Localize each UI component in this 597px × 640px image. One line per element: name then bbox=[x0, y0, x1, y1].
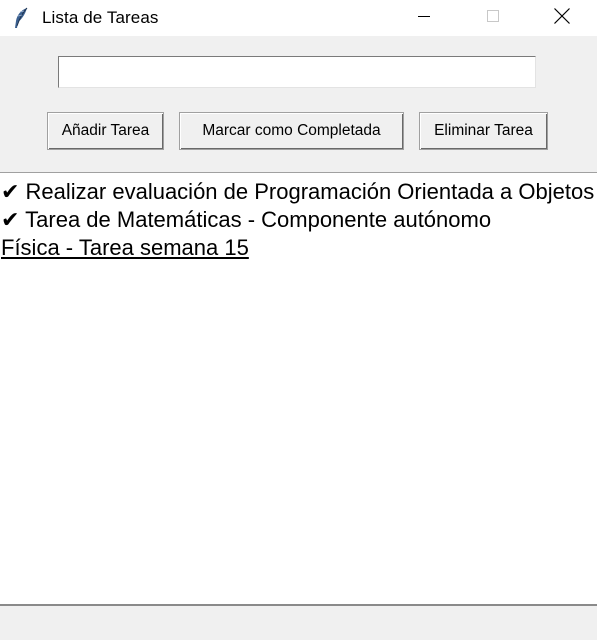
minimize-button[interactable] bbox=[389, 0, 459, 36]
close-icon bbox=[553, 7, 571, 30]
minimize-icon bbox=[416, 8, 432, 29]
maximize-icon bbox=[485, 8, 501, 29]
title-bar[interactable]: Lista de Tareas bbox=[0, 0, 597, 36]
list-item[interactable]: Física - Tarea semana 15 bbox=[1, 234, 249, 262]
list-item[interactable]: ✔ Realizar evaluación de Programación Or… bbox=[1, 178, 594, 206]
app-window: Lista de Tareas Añadir Tarea Marcar como… bbox=[0, 0, 597, 640]
feather-icon bbox=[12, 7, 30, 29]
list-item[interactable]: ✔ Tarea de Matemáticas - Componente autó… bbox=[1, 206, 491, 234]
task-input[interactable] bbox=[58, 56, 536, 88]
add-task-button[interactable]: Añadir Tarea bbox=[47, 112, 164, 150]
close-button[interactable] bbox=[527, 0, 597, 36]
task-listbox[interactable]: ✔ Realizar evaluación de Programación Or… bbox=[0, 172, 597, 606]
maximize-button[interactable] bbox=[458, 0, 528, 36]
delete-task-button[interactable]: Eliminar Tarea bbox=[419, 112, 548, 150]
window-title: Lista de Tareas bbox=[42, 8, 159, 27]
mark-completed-button[interactable]: Marcar como Completada bbox=[179, 112, 404, 150]
